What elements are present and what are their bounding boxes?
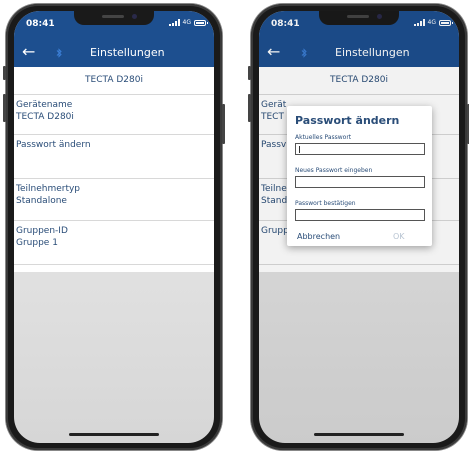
current-password-input[interactable] bbox=[295, 143, 425, 155]
app-bar: ← Einstellungen bbox=[14, 39, 214, 67]
phone-screen: 08:41 4G ← Einstellungen TECTA D280i Ger… bbox=[259, 11, 459, 443]
device-name-header: TECTA D280i bbox=[14, 67, 214, 95]
battery-icon bbox=[194, 19, 208, 26]
signal-icon bbox=[168, 19, 180, 26]
bluetooth-icon bbox=[56, 48, 62, 58]
volume-up-button bbox=[248, 66, 251, 80]
notch bbox=[74, 11, 154, 25]
dialog-title: Passwort ändern bbox=[295, 114, 400, 127]
change-password-dialog: Passwort ändern Aktuelles Passwort Neues… bbox=[287, 106, 432, 246]
new-password-input[interactable] bbox=[295, 176, 425, 188]
new-password-label: Neues Passwort eingeben bbox=[295, 167, 373, 174]
volume-up-button bbox=[3, 66, 6, 80]
volume-down-button bbox=[248, 94, 251, 122]
setting-group-id[interactable]: Gruppen-ID Gruppe 1 bbox=[14, 221, 214, 265]
volume-down-button bbox=[3, 94, 6, 122]
setting-device-name[interactable]: Gerätename TECTA D280i bbox=[14, 95, 214, 135]
phone-right: 08:41 4G ← Einstellungen TECTA D280i Ger… bbox=[248, 4, 469, 450]
setting-label: Passwort ändern bbox=[16, 140, 91, 150]
setting-label: Teilnehmertyp bbox=[16, 184, 81, 194]
settings-list: TECTA D280i Gerätename TECTA D280i Passw… bbox=[14, 67, 214, 272]
phone-screen: 08:41 4G ← Einstellungen TECTA D280i Ger… bbox=[14, 11, 214, 443]
confirm-password-label: Passwort bestätigen bbox=[295, 200, 356, 207]
setting-label: Gruppen-ID bbox=[16, 226, 68, 236]
app-title: Einstellungen bbox=[90, 46, 165, 59]
status-indicators: 4G bbox=[168, 19, 208, 26]
status-time: 08:41 bbox=[26, 19, 55, 29]
setting-value: Gruppe 1 bbox=[16, 238, 58, 248]
home-indicator[interactable] bbox=[69, 433, 159, 436]
setting-value: Standalone bbox=[16, 196, 67, 206]
back-arrow-icon[interactable]: ← bbox=[22, 42, 35, 62]
home-indicator[interactable] bbox=[314, 433, 404, 436]
setting-value: TECTA D280i bbox=[16, 112, 74, 122]
setting-participant-type[interactable]: Teilnehmertyp Standalone bbox=[14, 179, 214, 221]
speaker-grille bbox=[102, 15, 124, 18]
current-password-label: Aktuelles Passwort bbox=[295, 134, 352, 141]
power-button bbox=[222, 104, 225, 144]
ok-button[interactable]: OK bbox=[393, 232, 405, 241]
confirm-password-input[interactable] bbox=[295, 209, 425, 221]
network-type: 4G bbox=[182, 19, 191, 26]
status-bar: 08:41 4G bbox=[14, 11, 214, 39]
text-cursor bbox=[299, 146, 300, 153]
setting-change-password[interactable]: Passwort ändern bbox=[14, 135, 214, 179]
setting-label: Gerätename bbox=[16, 100, 73, 110]
front-camera bbox=[132, 14, 137, 19]
phone-left: 08:41 4G ← Einstellungen TECTA D280i Ger… bbox=[3, 4, 225, 450]
cancel-button[interactable]: Abbrechen bbox=[297, 232, 340, 241]
